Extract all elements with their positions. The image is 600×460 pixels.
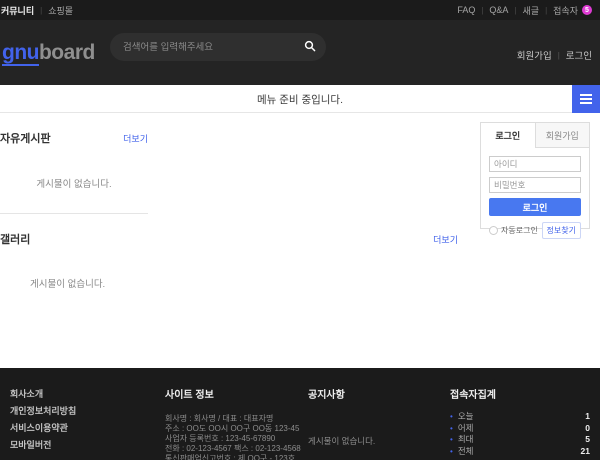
gallery-more-link[interactable]: 더보기 [433,233,458,246]
find-info-button[interactable]: 정보찾기 [542,222,581,239]
logo-text-gnu: gnu [2,41,39,66]
nav-community-link[interactable]: 커뮤니티 [1,4,34,17]
footer-visitor-stats: 접속자집계 • 오늘 1 • 어제 0 • 최대 5 • [450,386,590,457]
nav-qna-link[interactable]: Q&A [489,5,508,15]
site-info-line: 주소 : OO도 OO시 OO구 OO동 123-45 [165,424,330,434]
bullet-icon: • [450,411,453,423]
free-board-more-link[interactable]: 더보기 [123,132,148,145]
nav-new-posts-link[interactable]: 새글 [523,4,540,17]
stat-value: 21 [581,446,590,458]
auto-login-checkbox[interactable]: 자동로그인 [489,225,538,236]
page: 커뮤니티 | 쇼핑몰 FAQ | Q&A | 새글 | 접속자 5 gnuboa… [0,0,600,460]
checkbox-icon [489,226,498,235]
stat-row-total: • 전체 21 [450,446,590,458]
stat-label: 전체 [458,446,581,458]
footer-link-terms[interactable]: 서비스이용약관 [10,420,76,437]
auto-login-label: 자동로그인 [501,225,538,236]
tab-login[interactable]: 로그인 [481,123,536,148]
nav-faq-link[interactable]: FAQ [457,5,475,15]
tab-signup[interactable]: 회원가입 [536,123,590,148]
stat-label: 어제 [458,423,585,435]
stat-value: 1 [585,411,590,423]
menu-empty-notice: 메뉴 준비 중입니다. [0,85,600,113]
search-bar [110,33,326,61]
site-header: gnuboard 회원가입 | 로그인 [0,20,600,85]
hamburger-icon [580,94,592,104]
free-board-title: 자유게시판 [0,130,51,146]
site-info-line: 사업자 등록번호 : 123-45-67890 [165,434,330,444]
login-form: 로그인 자동로그인 정보찾기 [481,148,589,245]
site-info-line: 전화 : 02-123-4567 팩스 : 02-123-4568 [165,444,330,454]
stat-label: 최대 [458,434,585,446]
search-button[interactable] [304,40,316,55]
gallery-empty-text: 게시물이 없습니다. [30,276,105,290]
search-icon [304,40,316,55]
logo-text-board: board [39,41,95,64]
footer-site-info: 사이트 정보 회사명 : 회사명 / 대표 : 대표자명 주소 : OO도 OO… [165,386,330,460]
login-tabs: 로그인 회원가입 [481,123,589,148]
free-board-header: 자유게시판 더보기 [0,130,148,146]
separator: | [558,51,560,60]
member-links: 회원가입 | 로그인 [517,48,592,62]
signup-link[interactable]: 회원가입 [517,48,552,62]
stats-list: • 오늘 1 • 어제 0 • 최대 5 • 전체 21 [450,411,590,457]
stat-value: 0 [585,423,590,435]
login-submit-button[interactable]: 로그인 [489,198,581,216]
separator: | [514,6,516,15]
nav-visitors-link[interactable]: 접속자 [553,4,578,17]
menu-toggle-button[interactable] [572,85,600,113]
site-info-title: 사이트 정보 [165,386,330,401]
site-info-lines: 회사명 : 회사명 / 대표 : 대표자명 주소 : OO도 OO시 OO구 O… [165,414,330,460]
bullet-icon: • [450,423,453,435]
site-logo[interactable]: gnuboard [2,41,95,65]
site-info-line: 회사명 : 회사명 / 대표 : 대표자명 [165,414,330,424]
footer-links: 회사소개 개인정보처리방침 서비스이용약관 모바일버전 [10,386,76,454]
footer-notice: 공지사항 게시물이 없습니다. [308,386,428,447]
bullet-icon: • [450,434,453,446]
stat-label: 오늘 [458,411,585,423]
gallery-header: 갤러리 더보기 [0,231,458,247]
site-info-line: 통신판매업신고번호 : 제 OO구 - 123호 [165,454,330,460]
topbar-left-nav: 커뮤니티 | 쇼핑몰 [0,0,73,20]
footer: 회사소개 개인정보처리방침 서비스이용약관 모바일버전 사이트 정보 회사명 :… [0,368,600,460]
login-extra-row: 자동로그인 정보찾기 [489,222,581,239]
stats-title: 접속자집계 [450,386,590,401]
bullet-icon: • [450,446,453,458]
nav-shop-link[interactable]: 쇼핑몰 [48,4,73,17]
footer-link-privacy[interactable]: 개인정보처리방침 [10,403,76,420]
stat-row-today: • 오늘 1 [450,411,590,423]
stat-row-yesterday: • 어제 0 [450,423,590,435]
stat-value: 5 [585,434,590,446]
login-box: 로그인 회원가입 로그인 자동로그인 정보찾기 [480,122,590,229]
gallery-section: 갤러리 더보기 [0,231,458,247]
menu-bar: 메뉴 준비 중입니다. [0,85,600,113]
separator: | [481,6,483,15]
topbar-right-nav: FAQ | Q&A | 새글 | 접속자 5 [457,0,600,20]
search-input[interactable] [123,42,304,53]
notice-empty-text: 게시물이 없습니다. [308,435,428,447]
stat-row-max: • 최대 5 [450,434,590,446]
free-board-section: 자유게시판 더보기 게시물이 없습니다. [0,130,148,190]
free-board-empty-text: 게시물이 없습니다. [0,176,148,190]
visitor-count-badge: 5 [582,5,592,15]
footer-link-company[interactable]: 회사소개 [10,386,76,403]
top-utility-bar: 커뮤니티 | 쇼핑몰 FAQ | Q&A | 새글 | 접속자 5 [0,0,600,20]
login-link[interactable]: 로그인 [566,48,592,62]
notice-title: 공지사항 [308,386,428,401]
separator: | [40,6,42,15]
footer-link-mobile[interactable]: 모바일버전 [10,437,76,454]
login-password-input[interactable] [489,177,581,193]
section-divider [0,213,148,214]
login-id-input[interactable] [489,156,581,172]
separator: | [545,6,547,15]
gallery-title: 갤러리 [0,231,30,247]
